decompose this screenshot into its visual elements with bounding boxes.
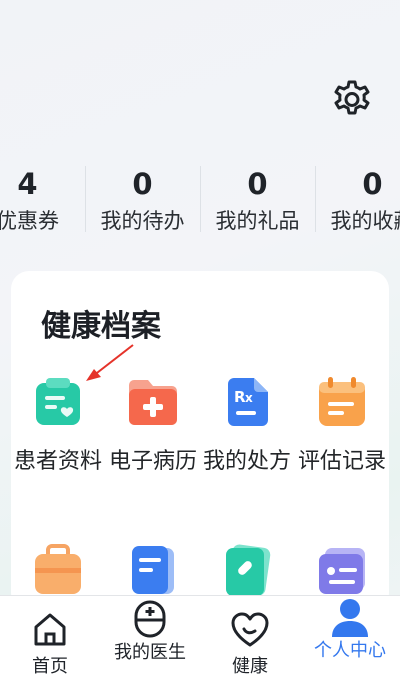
stat-value: 0 [132, 164, 152, 204]
stat-favorites[interactable]: 0 我的收藏 [315, 160, 400, 240]
grid-item-label: 电子病历 [109, 446, 197, 477]
patient-info-button[interactable]: 患者资料 [11, 374, 105, 477]
stat-value: 4 [17, 164, 37, 204]
stat-value: 0 [362, 164, 382, 204]
tab-label: 首页 [32, 656, 68, 677]
bottom-tab-bar: 首页 我的医生 健康 个人中心 [0, 595, 400, 689]
stat-value: 0 [247, 164, 267, 204]
tab-label: 健康 [232, 656, 268, 677]
home-icon [31, 610, 69, 650]
health-tool-3-button[interactable] [200, 543, 294, 599]
grid-item-label: 评估记录 [298, 446, 386, 477]
stat-label: 我的礼品 [216, 206, 300, 236]
stat-todos[interactable]: 0 我的待办 [85, 160, 200, 240]
id-card-icon [314, 543, 370, 599]
document-icon [125, 543, 181, 599]
stat-label: 优惠券 [0, 206, 59, 236]
red-arrow-annotation [84, 342, 136, 384]
health-record-card: 健康档案 患者资料 电子病历 [11, 271, 389, 611]
tab-health[interactable]: 健康 [200, 596, 300, 689]
section-title: 健康档案 [41, 301, 161, 345]
grid-item-label: 我的处方 [203, 446, 291, 477]
briefcase-icon [30, 543, 86, 599]
stats-row: 4 优惠券 0 我的待办 0 我的礼品 0 我的收藏 [0, 160, 400, 240]
patient-info-icon [30, 374, 86, 430]
assessment-record-icon [314, 374, 370, 430]
settings-button[interactable] [329, 77, 375, 123]
person-icon [330, 598, 370, 638]
pill-card-icon [219, 543, 275, 599]
grid-item-label: 患者资料 [14, 446, 102, 477]
doctor-icon [131, 600, 169, 640]
prescription-icon: R x [219, 374, 275, 430]
gear-icon [330, 78, 374, 122]
stat-gifts[interactable]: 0 我的礼品 [200, 160, 315, 240]
stat-label: 我的收藏 [331, 206, 400, 236]
heart-icon [230, 610, 270, 650]
tab-label: 我的医生 [114, 642, 186, 663]
svg-text:x: x [245, 391, 253, 405]
tab-personal-center[interactable]: 个人中心 [300, 596, 400, 689]
health-tool-2-button[interactable] [106, 543, 200, 599]
assessment-record-button[interactable]: 评估记录 [295, 374, 389, 477]
medical-record-button[interactable]: 电子病历 [106, 374, 200, 477]
prescription-button[interactable]: R x 我的处方 [200, 374, 294, 477]
health-tool-4-button[interactable] [295, 543, 389, 599]
tab-label: 个人中心 [314, 640, 386, 661]
stat-coupons[interactable]: 4 优惠券 [0, 160, 85, 240]
health-tool-1-button[interactable] [11, 543, 105, 599]
tab-home[interactable]: 首页 [0, 596, 100, 689]
tab-my-doctor[interactable]: 我的医生 [100, 596, 200, 689]
stat-label: 我的待办 [101, 206, 185, 236]
